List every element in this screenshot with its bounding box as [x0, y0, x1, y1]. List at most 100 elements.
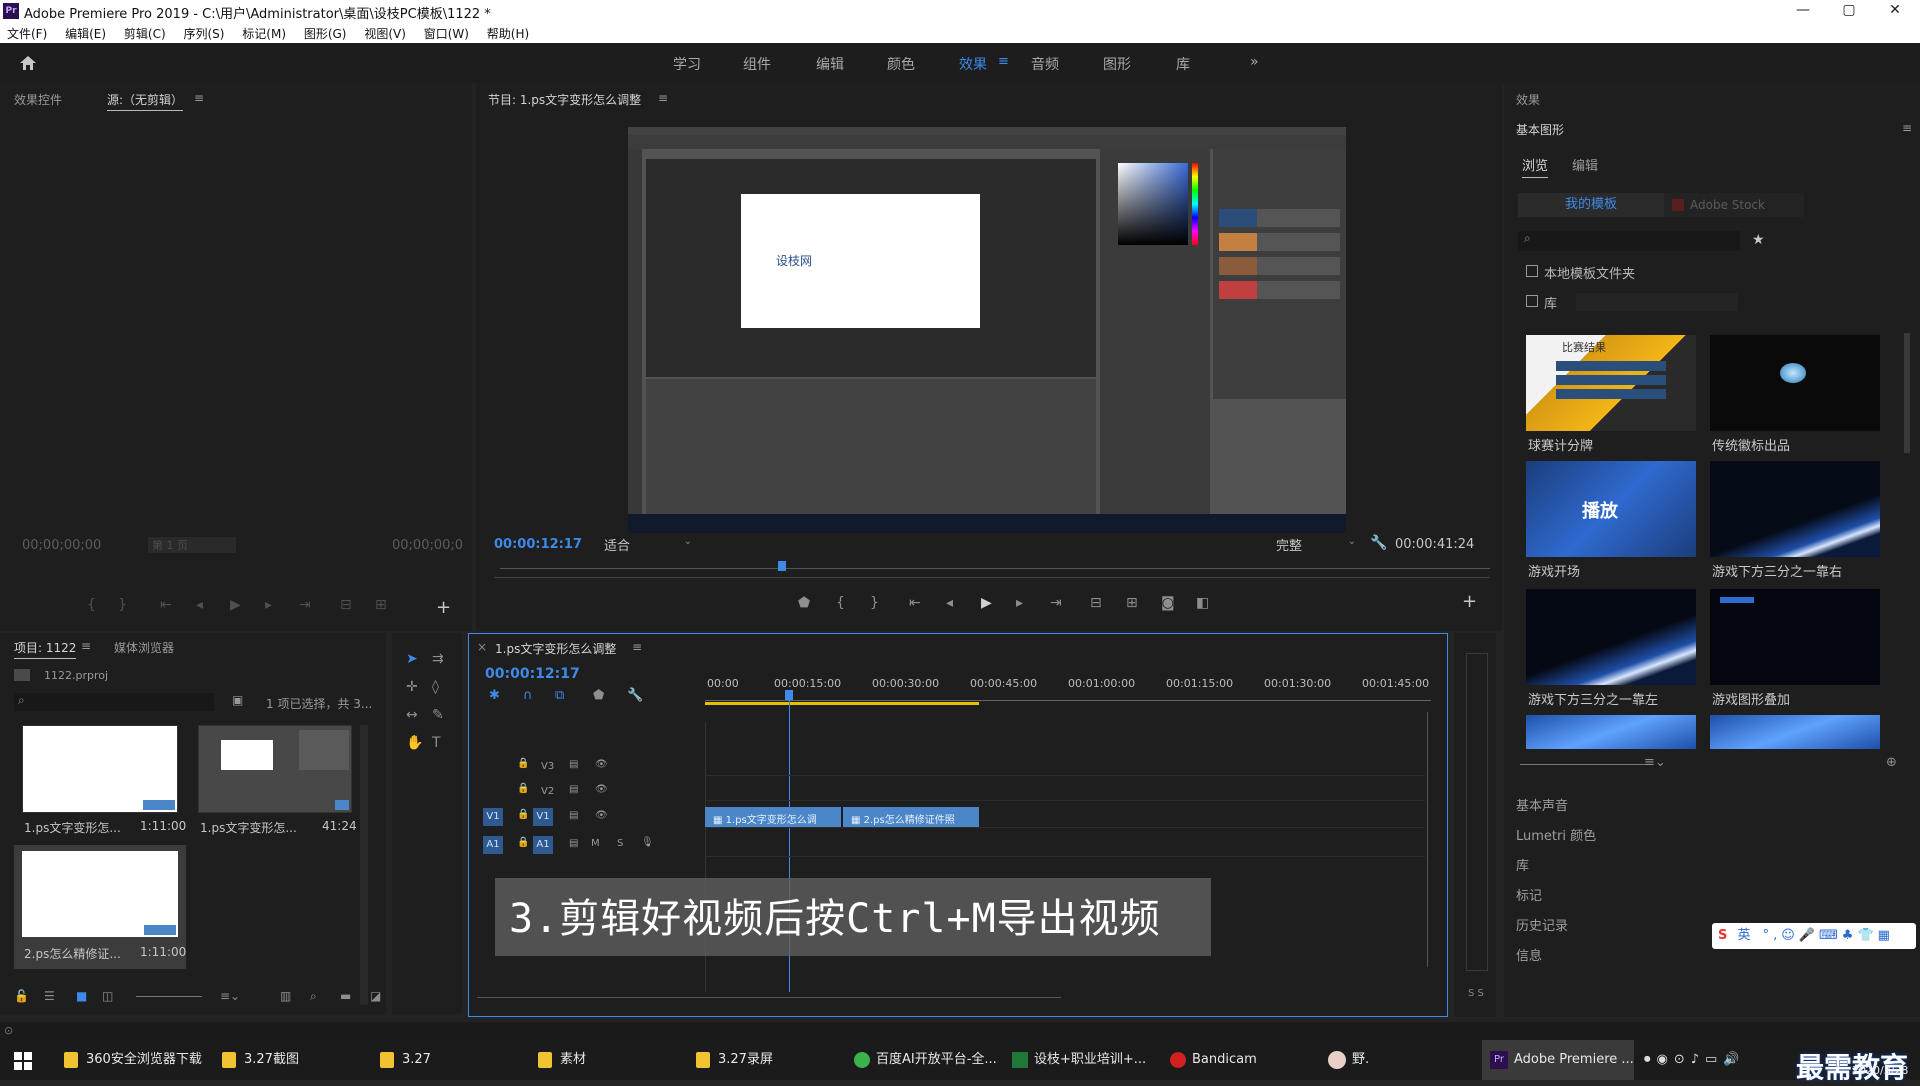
panel-essential-sound[interactable]: 基本声音	[1516, 795, 1568, 814]
taskbar-item-1[interactable]: 360安全浏览器下载	[64, 1040, 202, 1080]
v3-lock-icon[interactable]: 🔒	[517, 758, 529, 769]
step-back-icon[interactable]: ◂	[946, 595, 953, 611]
taskbar-item-2[interactable]: 3.27截图	[222, 1040, 299, 1080]
tab-project[interactable]: 项目: 1122	[14, 639, 77, 659]
timeline-settings-icon[interactable]: 🔧	[627, 688, 643, 703]
source-timecode-out[interactable]: 00;00;00;0	[392, 538, 463, 553]
taskbar-item-4[interactable]: 素材	[538, 1040, 586, 1080]
icon-view-icon[interactable]: ■	[76, 989, 87, 1003]
new-layer-icon[interactable]: ⊕	[1886, 755, 1897, 770]
timeline-sequence-tab[interactable]: 1.ps文字变形怎么调整	[495, 640, 616, 657]
timeline-playhead-head[interactable]	[785, 690, 793, 700]
favorites-star-icon[interactable]: ★	[1752, 232, 1765, 248]
close-button[interactable]: ✕	[1872, 0, 1918, 22]
hand-tool-icon[interactable]: ✋	[406, 735, 423, 751]
list-view-icon[interactable]: ☰	[44, 989, 55, 1003]
a1-lock-icon[interactable]: 🔒	[517, 837, 529, 848]
a1-mute-icon[interactable]: M	[591, 838, 600, 849]
my-templates-button[interactable]: 我的模板	[1518, 193, 1664, 217]
ime-toolbar[interactable]: S 英 °,☺🎤⌨♣👕▦	[1712, 923, 1916, 949]
local-folder-checkbox[interactable]	[1526, 265, 1538, 277]
track-a1[interactable]	[705, 833, 1425, 857]
timeline-horizontal-scroll[interactable]	[477, 997, 1061, 998]
panel-markers[interactable]: 标记	[1516, 885, 1542, 904]
template-thumb-partial-2[interactable]	[1710, 715, 1880, 749]
taskbar-item-6[interactable]: 百度AI开放平台-全...	[854, 1040, 997, 1080]
type-tool-icon[interactable]: T	[432, 735, 441, 751]
a1-mic-icon[interactable]: 🎙	[641, 837, 654, 848]
source-panel-menu-icon[interactable]: ≡	[194, 91, 204, 105]
selection-tool-icon[interactable]: ➤	[406, 651, 418, 667]
menu-window[interactable]: 窗口(W)	[417, 22, 476, 42]
workspace-menu-icon[interactable]: ≡	[998, 54, 1009, 69]
program-timecode[interactable]: 00:00:12:17	[494, 537, 582, 552]
tab-media-browser[interactable]: 媒体浏览器	[114, 639, 174, 656]
freeform-view-icon[interactable]: ◫	[102, 989, 113, 1003]
workspace-tab-learn[interactable]: 学习	[673, 54, 701, 74]
v1-sync-icon[interactable]: ▤	[569, 810, 578, 821]
source-mark-in-icon[interactable]: {	[87, 597, 96, 613]
source-step-back-icon[interactable]: ◂	[196, 597, 203, 613]
timeline-marker-icon[interactable]: ⬟	[593, 688, 604, 703]
source-add-button-icon[interactable]: +	[436, 597, 451, 618]
source-goto-in-icon[interactable]: ⇤	[160, 597, 172, 613]
system-tray-icons[interactable]: ⏺◉⊙♪▭🔊	[1644, 1052, 1746, 1067]
taskbar-item-premiere[interactable]: Pr Adobe Premiere ...	[1482, 1040, 1634, 1080]
goto-out-icon[interactable]: ⇥	[1050, 595, 1062, 611]
v1-lock-icon[interactable]: 🔒	[517, 809, 529, 820]
v2-sync-icon[interactable]: ▤	[569, 784, 578, 795]
home-icon[interactable]	[18, 54, 38, 72]
track-v2[interactable]	[705, 781, 1425, 801]
panel-lumetri-color[interactable]: Lumetri 颜色	[1516, 825, 1596, 844]
slip-tool-icon[interactable]: ↔	[406, 707, 418, 723]
program-video-frame[interactable]: 设枝网	[628, 127, 1346, 533]
source-timecode-in[interactable]: 00;00;00;00	[22, 538, 101, 553]
project-item-thumb-1[interactable]	[22, 725, 178, 813]
workspace-tab-effects[interactable]: 效果	[959, 54, 987, 74]
track-select-tool-icon[interactable]: ⇉	[432, 651, 444, 667]
program-scrub-bar[interactable]	[500, 568, 1490, 569]
windows-start-icon[interactable]	[14, 1052, 32, 1070]
source-page-select[interactable]: 第 1 页	[148, 537, 236, 553]
track-label-v1[interactable]: V1	[533, 808, 553, 826]
v3-sync-icon[interactable]: ▤	[569, 759, 578, 770]
library-select[interactable]	[1576, 293, 1738, 311]
template-search-input[interactable]: ⌕	[1518, 231, 1740, 251]
source-step-forward-icon[interactable]: ▸	[265, 597, 272, 613]
extract-icon[interactable]: ⊞	[1126, 595, 1138, 611]
mark-in-icon[interactable]: {	[836, 595, 845, 611]
timeline-menu-icon[interactable]: ≡	[632, 640, 642, 654]
play-icon[interactable]: ▶	[981, 595, 992, 611]
menu-graphics[interactable]: 图形(G)	[297, 22, 354, 42]
zoom-slider[interactable]	[136, 996, 202, 997]
track-label-a1[interactable]: A1	[533, 836, 553, 854]
timeline-close-icon[interactable]: ×	[477, 640, 487, 654]
minimize-button[interactable]: —	[1780, 0, 1826, 22]
taskbar-item-9[interactable]: 野.	[1328, 1040, 1369, 1080]
panel-info[interactable]: 信息	[1516, 945, 1542, 964]
v3-eye-icon[interactable]: 👁	[595, 759, 608, 770]
adobe-stock-button[interactable]: Adobe Stock	[1664, 193, 1804, 217]
tab-source[interactable]: 源:（无剪辑）	[107, 91, 184, 111]
source-play-icon[interactable]: ▶	[230, 597, 241, 613]
tab-edit[interactable]: 编辑	[1572, 155, 1598, 174]
new-bin-icon[interactable]: ▬	[340, 989, 351, 1003]
library-checkbox[interactable]	[1526, 295, 1538, 307]
program-quality-select[interactable]: 完整 ⌄	[1276, 535, 1356, 554]
timeline-vertical-scroll[interactable]	[1427, 712, 1428, 967]
v2-lock-icon[interactable]: 🔒	[517, 783, 529, 794]
a1-solo-icon[interactable]: S	[617, 838, 623, 849]
comparison-view-icon[interactable]: ◧	[1196, 595, 1209, 611]
tab-effect-controls[interactable]: 效果控件	[14, 91, 62, 108]
program-title[interactable]: 节目: 1.ps文字变形怎么调整	[488, 91, 641, 108]
program-menu-icon[interactable]: ≡	[658, 91, 668, 105]
menu-help[interactable]: 帮助(H)	[480, 22, 536, 42]
timeline-ruler[interactable]	[705, 700, 1431, 701]
new-bin-from-search-icon[interactable]: ▣	[232, 693, 243, 707]
work-area-bar[interactable]	[705, 702, 979, 705]
automate-to-sequence-icon[interactable]: ▥	[280, 989, 291, 1003]
workspace-tab-editing[interactable]: 编辑	[816, 54, 844, 74]
menu-edit[interactable]: 编辑(E)	[58, 22, 113, 42]
program-playhead[interactable]	[778, 561, 786, 571]
template-zoom-slider[interactable]	[1520, 764, 1646, 765]
